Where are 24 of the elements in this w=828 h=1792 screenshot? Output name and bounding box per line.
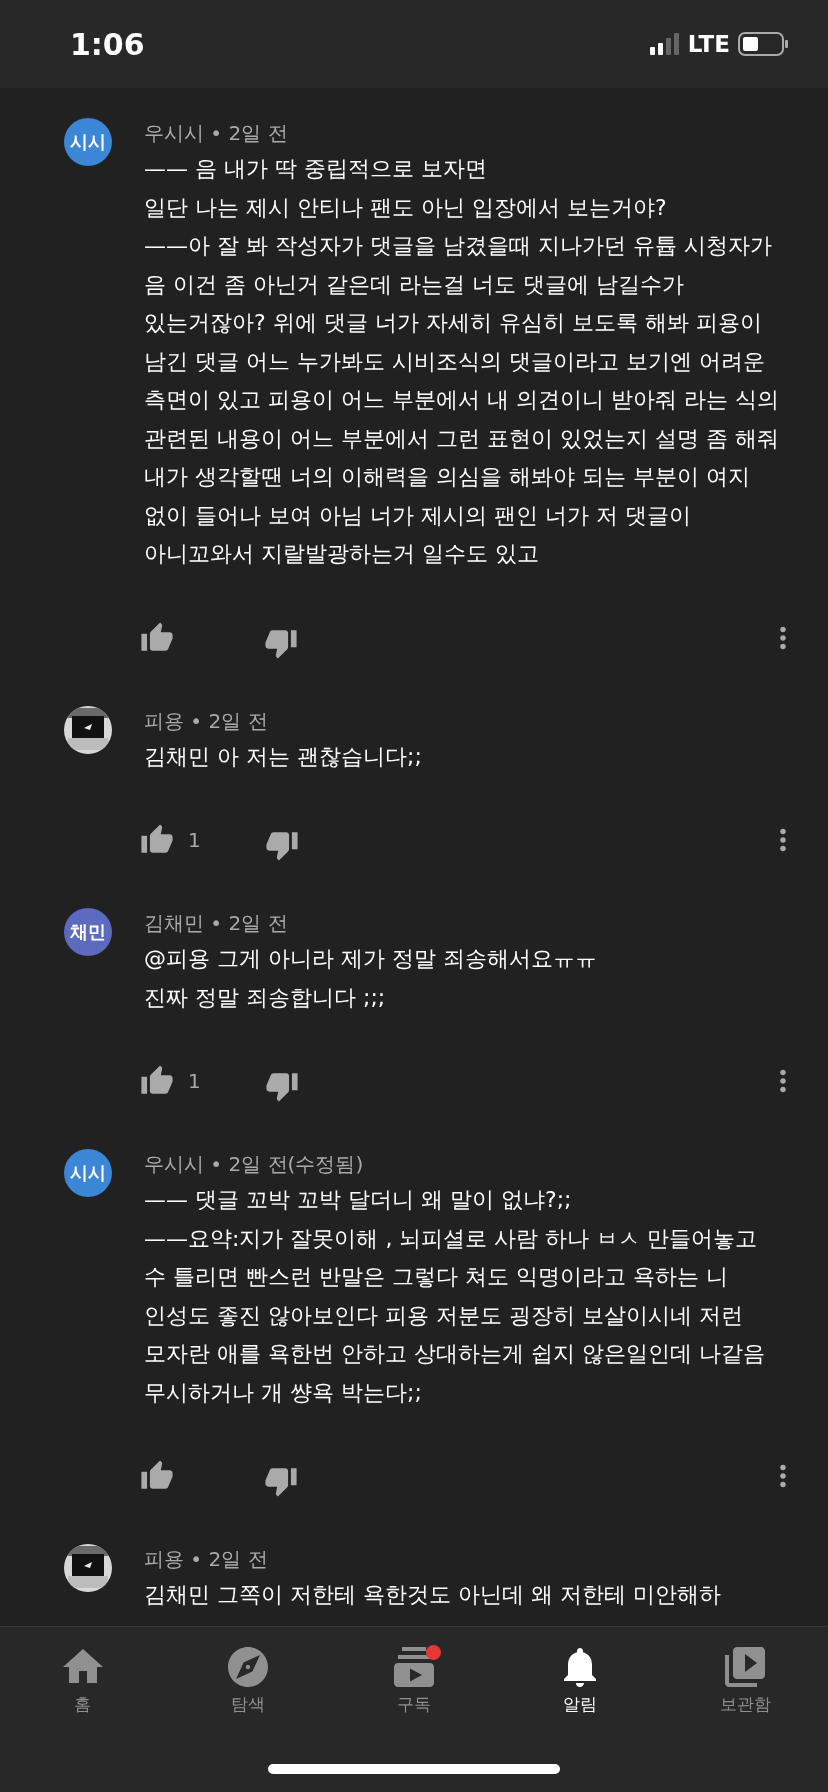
signal-icon (649, 33, 680, 55)
nav-tab[interactable]: 보관함 (662, 1639, 828, 1720)
comment-text: —— 음 내가 딱 중립적으로 보자면 일단 나는 제시 안티나 팬도 아닌 입장에서 보는거야? ——아 잘 봐 작성자가 댓글을 남겼을때 지나가던 유튭 시청자가 음 이건 좀 아닌거 같은데 라는걸 너도 댓글에 남길수가 있는거잖아? 위에 댓글 너가 자세히 유심히 보도록 해봐 피용이 남긴 댓글 어느 누가봐도 시비조식의 댓글이라고 보기엔 어려운 측면이 있고 피용이 어느 부분에서 내 의견이니 받아줘 라는 식의 관련된 내용이 어느 부분에서 그런 표현이 있었는지 설명 좀 해줘 내가 생각할땐 너의 이해력을 의심을 해봐야 되는 부분이 여지 없이 들어나 보여 아님 너가 제시의 팬인 너가 저 댓글이 아니꼬와서 지랄발광하는거 일수도 있고 (144, 155, 780, 568)
comment-text: @피용 그게 아니라 제가 정말 죄송해서요ㅠㅠ 진짜 정말 죄송합니다 ;;; (144, 945, 598, 1012)
avatar[interactable]: 채민 (64, 908, 112, 956)
nav-tab[interactable]: 홈 (0, 1639, 166, 1720)
comment-meta: 우시시 • 2일 전 (144, 120, 289, 147)
avatar[interactable]: 시시 (64, 1149, 112, 1197)
avatar[interactable]: 시시 (64, 118, 112, 166)
nav-tab[interactable]: 탐색 (165, 1639, 332, 1720)
nav-tab[interactable]: 구독 (331, 1639, 497, 1720)
comment-meta: 피용 • 2일 전 (144, 1546, 269, 1573)
like-count: 1 (188, 1069, 201, 1093)
network-label: LTE (687, 31, 730, 57)
comment-text: 김채민 아 저는 괜찮습니다;; (144, 742, 423, 771)
like-count: 1 (188, 828, 201, 852)
nav-tab[interactable]: 알림 (496, 1639, 663, 1720)
comment-meta: 우시시 • 2일 전(수정됨) (144, 1151, 365, 1178)
battery-icon (738, 32, 788, 56)
comment-meta: 피용 • 2일 전 (144, 707, 269, 735)
comment-text: 김채민 그쪽이 저한테 욕한것도 아닌데 왜 저한테 미안해하 (144, 1581, 722, 1609)
status-time: 1:06 (70, 26, 145, 62)
comment-text: —— 댓글 꼬박 꼬박 달더니 왜 말이 없냐?;; ——요약:지가 잘못이해 , 뇌피셜로 사람 하나 ㅂㅅ 만들어놓고 수 틀리면 빤스런 반말은 그렇다 쳐도 익명이라고 욕하는 니 인성도 좋진 않아보인다 피용 저분도 굉장히 보살이시네 저런 모자란 애를 욕한번 안하고 상대하는게 쉽지 않은일인데 나같음 무시하거나 개 썅욕 박는다;; (144, 1186, 766, 1407)
comment-meta: 김채민 • 2일 전 (144, 910, 289, 937)
